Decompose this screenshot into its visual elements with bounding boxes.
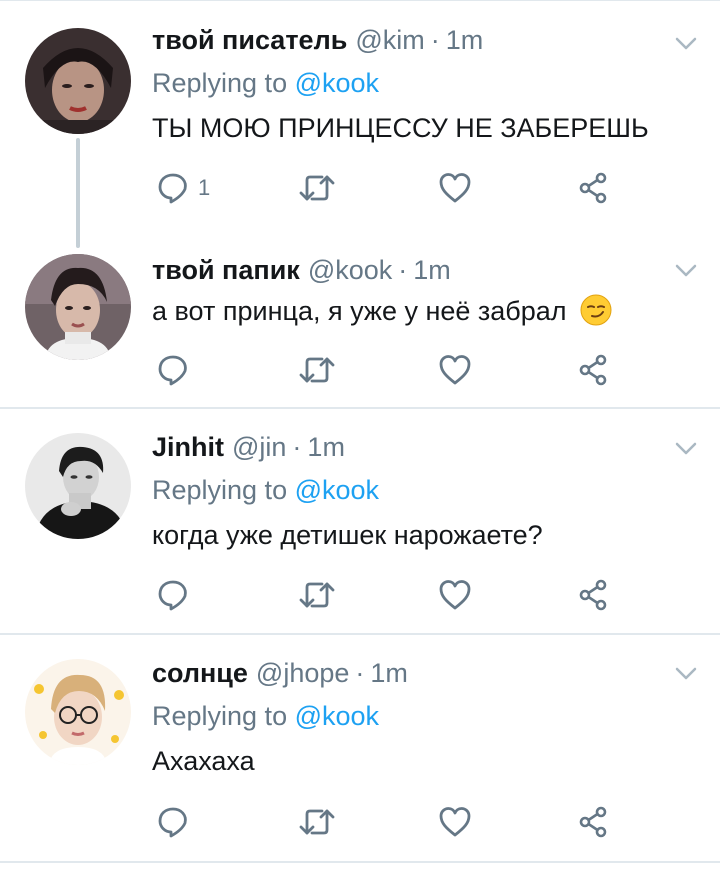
heart-icon <box>439 807 471 837</box>
timestamp[interactable]: 1m <box>370 658 408 689</box>
action-bar <box>152 802 622 842</box>
retweet-icon <box>299 809 335 835</box>
share-icon <box>579 172 607 204</box>
chevron-down-icon[interactable] <box>674 259 698 283</box>
share-icon <box>579 354 607 386</box>
share-button[interactable] <box>576 802 610 842</box>
tweet-text: а вот принца, я уже у неё забрал <box>152 294 612 327</box>
user-handle[interactable]: @kook <box>308 255 392 286</box>
display-name[interactable]: солнце <box>152 658 248 689</box>
tweet-text: когда уже детишек нарожаете? <box>152 520 543 550</box>
retweet-button[interactable] <box>298 350 336 390</box>
reply-button[interactable] <box>156 350 190 390</box>
replying-to-label: Replying to <box>152 68 288 98</box>
avatar[interactable] <box>25 659 131 765</box>
tweet[interactable]: твой писатель @kim · 1m Replying to @koo… <box>0 0 720 250</box>
tweet-text: ТЫ МОЮ ПРИНЦЕССУ НЕ ЗАБЕРЕШЬ <box>152 113 649 143</box>
display-name[interactable]: твой писатель <box>152 25 347 56</box>
tweet[interactable]: твой папик @kook · 1m а вот принца, я уж… <box>0 250 720 407</box>
tweet-text-content: а вот принца, я уже у неё забрал <box>152 296 567 326</box>
action-bar <box>152 575 622 615</box>
avatar[interactable] <box>25 433 131 539</box>
avatar[interactable] <box>25 254 131 360</box>
tweet[interactable]: Jinhit @jin · 1m Replying to @kook когда… <box>0 409 720 633</box>
action-bar <box>152 350 622 390</box>
share-icon <box>579 579 607 611</box>
heart-icon <box>439 355 471 385</box>
mention-link[interactable]: @kook <box>295 475 379 505</box>
timestamp[interactable]: 1m <box>413 255 451 286</box>
tweet-header: Jinhit @jin · 1m <box>152 427 345 467</box>
separator-dot: · <box>398 254 408 285</box>
replying-to: Replying to @kook <box>152 701 379 732</box>
retweet-icon <box>299 175 335 201</box>
avatar[interactable] <box>25 28 131 134</box>
reply-icon <box>158 807 187 838</box>
chevron-down-icon[interactable] <box>674 32 698 56</box>
retweet-button[interactable] <box>298 168 336 208</box>
chevron-down-icon[interactable] <box>674 437 698 461</box>
tweet-header: солнце @jhope · 1m <box>152 653 408 693</box>
replying-to: Replying to @kook <box>152 68 379 99</box>
reply-button[interactable]: 1 <box>156 168 210 208</box>
like-button[interactable] <box>438 168 472 208</box>
tweet-header: твой писатель @kim · 1m <box>152 20 483 60</box>
separator-dot: · <box>430 24 440 55</box>
retweet-icon <box>299 357 335 383</box>
replying-to: Replying to @kook <box>152 475 379 506</box>
heart-icon <box>439 580 471 610</box>
display-name[interactable]: Jinhit <box>152 432 224 463</box>
replying-to-label: Replying to <box>152 701 288 731</box>
timestamp[interactable]: 1m <box>307 432 345 463</box>
like-button[interactable] <box>438 575 472 615</box>
retweet-icon <box>299 582 335 608</box>
reply-button[interactable] <box>156 575 190 615</box>
share-button[interactable] <box>576 350 610 390</box>
mention-link[interactable]: @kook <box>295 68 379 98</box>
user-handle[interactable]: @jin <box>232 432 286 463</box>
tweet-header: твой папик @kook · 1m <box>152 250 451 290</box>
user-handle[interactable]: @jhope <box>256 658 349 689</box>
replying-to-label: Replying to <box>152 475 288 505</box>
reply-count: 1 <box>198 175 211 200</box>
share-button[interactable] <box>576 575 610 615</box>
timestamp[interactable]: 1m <box>446 25 484 56</box>
retweet-button[interactable] <box>298 575 336 615</box>
mention-link[interactable]: @kook <box>295 701 379 731</box>
separator-dot: · <box>292 431 302 462</box>
thread-line <box>76 138 80 248</box>
reply-button[interactable] <box>156 802 190 842</box>
share-button[interactable] <box>576 168 610 208</box>
reply-icon <box>158 580 187 611</box>
like-button[interactable] <box>438 350 472 390</box>
tweet-text: Ахахаха <box>152 746 255 776</box>
separator-dot: · <box>355 657 365 688</box>
action-bar: 1 <box>152 168 622 208</box>
retweet-button[interactable] <box>298 802 336 842</box>
divider <box>0 861 720 863</box>
smirking-face-emoji <box>580 294 612 326</box>
like-button[interactable] <box>438 802 472 842</box>
reply-icon <box>158 355 187 386</box>
heart-icon <box>439 173 471 203</box>
reply-icon <box>158 173 187 204</box>
user-handle[interactable]: @kim <box>355 25 424 56</box>
display-name[interactable]: твой папик <box>152 255 300 286</box>
tweet[interactable]: солнце @jhope · 1m Replying to @kook Аха… <box>0 635 720 861</box>
chevron-down-icon[interactable] <box>674 662 698 686</box>
share-icon <box>579 806 607 838</box>
